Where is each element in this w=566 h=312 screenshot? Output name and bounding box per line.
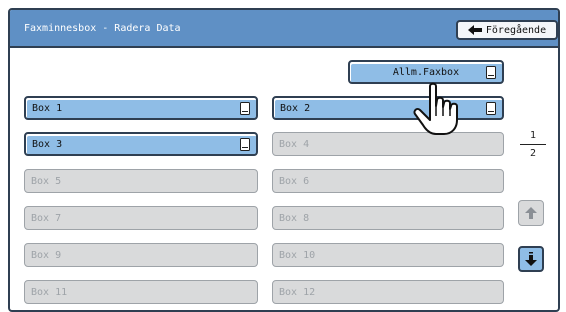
hand-pointer-icon xyxy=(413,82,458,135)
box-label: Box 12 xyxy=(279,286,316,298)
title-bar: Faxminnesbox - Radera Data Föregående xyxy=(10,10,558,48)
page-indicator: 1 2 xyxy=(518,130,548,159)
box-label: Box 10 xyxy=(279,249,316,261)
box-label: Box 11 xyxy=(31,286,68,298)
current-page: 1 xyxy=(529,130,537,141)
box-button[interactable]: Box 10 xyxy=(272,243,504,267)
arrow-left-icon xyxy=(467,25,482,35)
box-button[interactable]: Box 12 xyxy=(272,280,504,304)
document-icon xyxy=(486,102,496,115)
all-faxbox-label: Allm.Faxbox xyxy=(392,66,460,78)
dialog-frame: Faxminnesbox - Radera Data Föregående Al… xyxy=(8,8,560,312)
back-button[interactable]: Föregående xyxy=(456,20,558,40)
box-button[interactable]: Box 7 xyxy=(24,206,258,230)
box-label: Box 9 xyxy=(31,249,62,261)
box-label: Box 6 xyxy=(279,175,310,187)
box-label: Box 4 xyxy=(279,138,310,150)
scroll-down-button[interactable] xyxy=(518,246,544,272)
document-icon xyxy=(486,66,496,79)
document-icon xyxy=(240,138,250,151)
box-button[interactable]: Box 9 xyxy=(24,243,258,267)
scroll-up-button[interactable] xyxy=(518,200,544,226)
arrow-down-icon xyxy=(525,252,537,266)
box-button[interactable]: Box 11 xyxy=(24,280,258,304)
back-button-label: Föregående xyxy=(485,24,547,36)
box-label: Box 8 xyxy=(279,212,310,224)
box-label: Box 2 xyxy=(280,102,311,114)
arrow-up-icon xyxy=(525,207,537,219)
box-label: Box 3 xyxy=(32,138,63,150)
box-label: Box 7 xyxy=(31,212,62,224)
box-label: Box 1 xyxy=(32,102,63,114)
box-button[interactable]: Box 6 xyxy=(272,169,504,193)
box-label: Box 5 xyxy=(31,175,62,187)
page-title: Faxminnesbox - Radera Data xyxy=(24,23,181,34)
document-icon xyxy=(240,102,250,115)
box-button[interactable]: Box 1 xyxy=(24,96,258,120)
box-button[interactable]: Box 3 xyxy=(24,132,258,156)
box-button[interactable]: Box 5 xyxy=(24,169,258,193)
all-faxbox-button[interactable]: Allm.Faxbox xyxy=(348,60,504,84)
total-pages: 2 xyxy=(529,148,537,159)
box-button[interactable]: Box 8 xyxy=(272,206,504,230)
page-divider xyxy=(520,144,546,145)
